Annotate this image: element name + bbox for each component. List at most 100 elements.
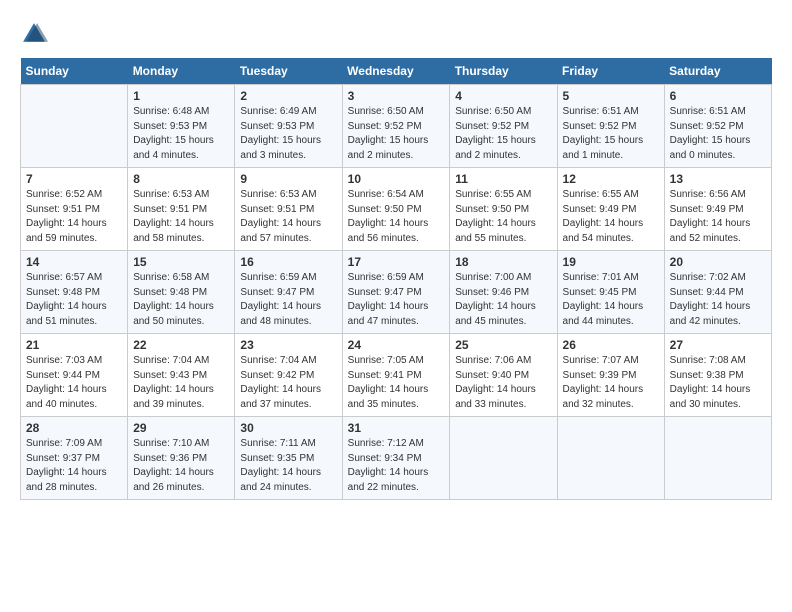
day-info: Sunrise: 7:09 AM Sunset: 9:37 PM Dayligh… [26,437,122,495]
calendar-cell: 28 Sunrise: 7:09 AM Sunset: 9:37 PM Dayli… [21,417,128,500]
day-number: 13 [670,172,766,186]
day-info: Sunrise: 7:10 AM Sunset: 9:36 PM Dayligh… [133,437,229,495]
calendar-cell: 4 Sunrise: 6:50 AM Sunset: 9:52 PM Daylig… [450,85,557,168]
day-number: 26 [563,338,659,352]
day-info: Sunrise: 7:00 AM Sunset: 9:46 PM Dayligh… [455,271,551,329]
day-info: Sunrise: 6:59 AM Sunset: 9:47 PM Dayligh… [240,271,336,329]
day-number: 18 [455,255,551,269]
calendar-cell [21,85,128,168]
day-number: 10 [348,172,445,186]
day-number: 28 [26,421,122,435]
day-header-sunday: Sunday [21,58,128,85]
day-number: 21 [26,338,122,352]
day-info: Sunrise: 7:01 AM Sunset: 9:45 PM Dayligh… [563,271,659,329]
day-number: 22 [133,338,229,352]
day-info: Sunrise: 6:51 AM Sunset: 9:52 PM Dayligh… [670,105,766,163]
calendar-cell: 2Sunrise: 6:49 AM Sunset: 9:53 PM Daylig… [235,85,342,168]
calendar-cell: 1Sunrise: 6:48 AM Sunset: 9:53 PM Daylig… [128,85,235,168]
day-number: 24 [348,338,445,352]
calendar-week-4: 21 Sunrise: 7:03 AM Sunset: 9:44 PM Dayli… [21,334,772,417]
calendar-week-3: 14Sunrise: 6:57 AM Sunset: 9:48 PM Dayli… [21,251,772,334]
calendar-cell [664,417,771,500]
calendar-week-1: 1Sunrise: 6:48 AM Sunset: 9:53 PM Daylig… [21,85,772,168]
day-info: Sunrise: 7:12 AM Sunset: 9:34 PM Dayligh… [348,437,445,495]
calendar-cell: 16 Sunrise: 6:59 AM Sunset: 9:47 PM Dayli… [235,251,342,334]
day-header-wednesday: Wednesday [342,58,450,85]
logo-icon [20,20,48,48]
day-number: 25 [455,338,551,352]
day-number: 23 [240,338,336,352]
day-number: 9 [240,172,336,186]
day-info: Sunrise: 6:50 AM Sunset: 9:52 PM Dayligh… [455,105,551,163]
day-header-monday: Monday [128,58,235,85]
calendar-cell: 12 Sunrise: 6:55 AM Sunset: 9:49 PM Dayli… [557,168,664,251]
day-number: 29 [133,421,229,435]
calendar-cell: 22 Sunrise: 7:04 AM Sunset: 9:43 PM Dayli… [128,334,235,417]
calendar-cell: 5 Sunrise: 6:51 AM Sunset: 9:52 PM Daylig… [557,85,664,168]
calendar-cell: 27 Sunrise: 7:08 AM Sunset: 9:38 PM Dayli… [664,334,771,417]
day-info: Sunrise: 7:04 AM Sunset: 9:42 PM Dayligh… [240,354,336,412]
calendar-cell: 24 Sunrise: 7:05 AM Sunset: 9:41 PM Dayli… [342,334,450,417]
day-info: Sunrise: 6:56 AM Sunset: 9:49 PM Dayligh… [670,188,766,246]
day-number: 5 [563,89,659,103]
day-info: Sunrise: 6:59 AM Sunset: 9:47 PM Dayligh… [348,271,445,329]
day-number: 4 [455,89,551,103]
day-number: 3 [348,89,445,103]
calendar-cell: 19Sunrise: 7:01 AM Sunset: 9:45 PM Dayli… [557,251,664,334]
day-info: Sunrise: 6:49 AM Sunset: 9:53 PM Dayligh… [240,105,336,163]
day-info: Sunrise: 7:08 AM Sunset: 9:38 PM Dayligh… [670,354,766,412]
calendar-cell [450,417,557,500]
calendar-cell: 31 Sunrise: 7:12 AM Sunset: 9:34 PM Dayli… [342,417,450,500]
calendar-cell: 7 Sunrise: 6:52 AM Sunset: 9:51 PM Daylig… [21,168,128,251]
day-number: 15 [133,255,229,269]
calendar-cell: 23 Sunrise: 7:04 AM Sunset: 9:42 PM Dayli… [235,334,342,417]
calendar-week-5: 28 Sunrise: 7:09 AM Sunset: 9:37 PM Dayli… [21,417,772,500]
calendar-cell: 10 Sunrise: 6:54 AM Sunset: 9:50 PM Dayli… [342,168,450,251]
day-info: Sunrise: 6:50 AM Sunset: 9:52 PM Dayligh… [348,105,445,163]
calendar-cell [557,417,664,500]
day-info: Sunrise: 6:58 AM Sunset: 9:48 PM Dayligh… [133,271,229,329]
day-info: Sunrise: 6:54 AM Sunset: 9:50 PM Dayligh… [348,188,445,246]
calendar-cell: 18 Sunrise: 7:00 AM Sunset: 9:46 PM Dayli… [450,251,557,334]
day-number: 27 [670,338,766,352]
calendar-cell: 3 Sunrise: 6:50 AM Sunset: 9:52 PM Daylig… [342,85,450,168]
day-number: 16 [240,255,336,269]
calendar-header-row: SundayMondayTuesdayWednesdayThursdayFrid… [21,58,772,85]
calendar-cell: 13 Sunrise: 6:56 AM Sunset: 9:49 PM Dayli… [664,168,771,251]
day-number: 14 [26,255,122,269]
day-info: Sunrise: 7:11 AM Sunset: 9:35 PM Dayligh… [240,437,336,495]
calendar-cell: 11Sunrise: 6:55 AM Sunset: 9:50 PM Dayli… [450,168,557,251]
day-info: Sunrise: 7:03 AM Sunset: 9:44 PM Dayligh… [26,354,122,412]
calendar-cell: 15 Sunrise: 6:58 AM Sunset: 9:48 PM Dayli… [128,251,235,334]
day-info: Sunrise: 7:02 AM Sunset: 9:44 PM Dayligh… [670,271,766,329]
day-number: 30 [240,421,336,435]
calendar-cell: 21 Sunrise: 7:03 AM Sunset: 9:44 PM Dayli… [21,334,128,417]
day-info: Sunrise: 7:04 AM Sunset: 9:43 PM Dayligh… [133,354,229,412]
day-info: Sunrise: 6:53 AM Sunset: 9:51 PM Dayligh… [240,188,336,246]
day-info: Sunrise: 7:05 AM Sunset: 9:41 PM Dayligh… [348,354,445,412]
day-info: Sunrise: 6:55 AM Sunset: 9:49 PM Dayligh… [563,188,659,246]
day-header-tuesday: Tuesday [235,58,342,85]
calendar-cell: 20 Sunrise: 7:02 AM Sunset: 9:44 PM Dayli… [664,251,771,334]
calendar-table: SundayMondayTuesdayWednesdayThursdayFrid… [20,58,772,500]
logo [20,20,52,48]
day-number: 11 [455,172,551,186]
day-number: 31 [348,421,445,435]
day-number: 7 [26,172,122,186]
calendar-cell: 26Sunrise: 7:07 AM Sunset: 9:39 PM Dayli… [557,334,664,417]
day-info: Sunrise: 6:52 AM Sunset: 9:51 PM Dayligh… [26,188,122,246]
day-header-thursday: Thursday [450,58,557,85]
calendar-week-2: 7 Sunrise: 6:52 AM Sunset: 9:51 PM Daylig… [21,168,772,251]
day-header-saturday: Saturday [664,58,771,85]
calendar-cell: 30 Sunrise: 7:11 AM Sunset: 9:35 PM Dayli… [235,417,342,500]
day-number: 6 [670,89,766,103]
day-number: 1 [133,89,229,103]
day-number: 8 [133,172,229,186]
day-number: 12 [563,172,659,186]
day-header-friday: Friday [557,58,664,85]
day-number: 17 [348,255,445,269]
day-number: 20 [670,255,766,269]
calendar-cell: 6 Sunrise: 6:51 AM Sunset: 9:52 PM Daylig… [664,85,771,168]
day-info: Sunrise: 6:51 AM Sunset: 9:52 PM Dayligh… [563,105,659,163]
calendar-cell: 17 Sunrise: 6:59 AM Sunset: 9:47 PM Dayli… [342,251,450,334]
